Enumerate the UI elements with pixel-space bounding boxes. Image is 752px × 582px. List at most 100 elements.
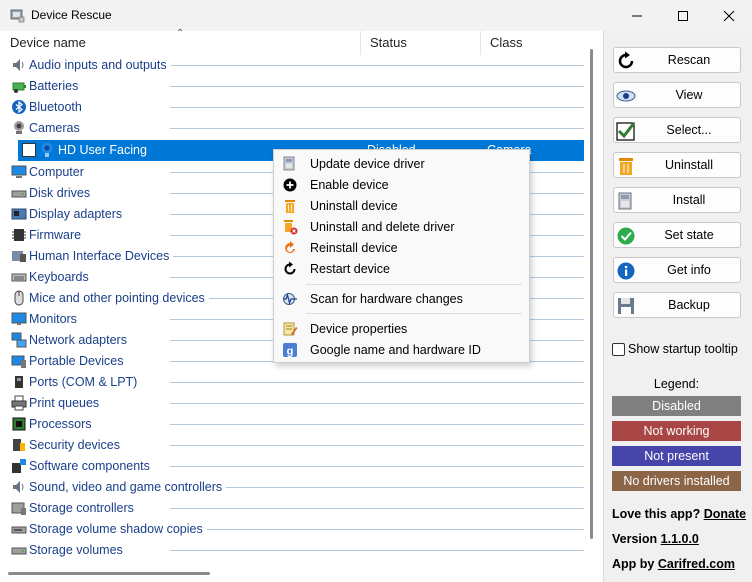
menu-item-enable-device[interactable]: Enable device xyxy=(274,174,529,195)
tree-line xyxy=(170,466,584,467)
device-category-label: Firmware xyxy=(29,228,86,242)
webcam-icon xyxy=(41,142,53,157)
mouse-icon xyxy=(14,290,24,306)
get-info-button[interactable]: Get info xyxy=(613,257,741,283)
device-checkbox[interactable] xyxy=(22,143,36,157)
update-driver-icon xyxy=(283,156,295,171)
column-device-name[interactable]: Device name xyxy=(10,31,86,55)
install-button[interactable]: Install xyxy=(613,187,741,213)
storage-shadow-icon xyxy=(11,526,27,534)
speaker-icon xyxy=(13,59,24,71)
device-category-label: Software components xyxy=(29,459,154,473)
menu-item-reinstall-device[interactable]: Reinstall device xyxy=(274,237,529,258)
menu-item-uninstall-device[interactable]: Uninstall device xyxy=(274,195,529,216)
checkbox[interactable] xyxy=(612,343,625,356)
port-icon xyxy=(15,376,23,388)
disk-drive-icon xyxy=(11,190,27,198)
rescan-button[interactable]: Rescan xyxy=(613,47,741,73)
column-separator[interactable] xyxy=(480,31,481,55)
author-info: App by Carifred.com xyxy=(612,557,735,571)
info-icon xyxy=(617,262,635,280)
menu-item-device-properties[interactable]: Device properties xyxy=(274,318,529,339)
device-rescue-app-icon xyxy=(10,9,25,23)
column-separator[interactable] xyxy=(360,31,361,55)
device-category-row[interactable]: Sound, video and game controllers xyxy=(0,477,588,498)
menu-item-label: Scan for hardware changes xyxy=(310,292,463,306)
menu-item-label: Update device driver xyxy=(310,157,425,171)
device-category-label: Storage controllers xyxy=(29,501,138,515)
monitor-icon xyxy=(11,312,27,325)
camera-icon xyxy=(14,121,24,134)
menu-item-label: Enable device xyxy=(310,178,389,192)
legend-not-present: Not present xyxy=(612,446,741,466)
vertical-scrollbar[interactable] xyxy=(590,49,593,539)
storage-volume-icon xyxy=(11,547,27,555)
tree-line xyxy=(170,445,584,446)
checkbox-label: Show startup tooltip xyxy=(628,342,738,356)
column-class[interactable]: Class xyxy=(490,31,523,55)
minimize-button[interactable] xyxy=(614,0,660,31)
close-icon xyxy=(723,10,735,21)
scan-icon xyxy=(283,292,297,306)
tree-line xyxy=(170,529,584,530)
device-category-label: Mice and other pointing devices xyxy=(29,291,209,305)
menu-item-scan-hardware[interactable]: Scan for hardware changes xyxy=(274,288,529,309)
device-category-row[interactable]: Processors xyxy=(0,414,588,435)
menu-item-restart-device[interactable]: Restart device xyxy=(274,258,529,279)
menu-item-uninstall-delete-driver[interactable]: Uninstall and delete driver xyxy=(274,216,529,237)
version-info: Version 1.1.0.0 xyxy=(612,532,699,546)
device-category-row[interactable]: Bluetooth xyxy=(0,97,588,118)
maximize-icon xyxy=(678,10,688,21)
device-category-label: Storage volumes xyxy=(29,543,127,557)
tree-line xyxy=(170,65,584,66)
menu-item-label: Device properties xyxy=(310,322,408,336)
device-category-row[interactable]: Batteries xyxy=(0,76,588,97)
menu-item-update-driver[interactable]: Update device driver xyxy=(274,153,529,174)
device-category-row[interactable]: Software components xyxy=(0,456,588,477)
computer-icon xyxy=(11,165,27,178)
version-link[interactable]: 1.1.0.0 xyxy=(661,532,699,546)
column-status[interactable]: Status xyxy=(370,31,407,55)
legend-title: Legend: xyxy=(653,377,700,391)
horizontal-scrollbar[interactable] xyxy=(8,572,210,575)
select-button[interactable]: Select... xyxy=(613,117,741,143)
device-category-label: Human Interface Devices xyxy=(29,249,174,263)
device-category-label: Processors xyxy=(29,417,96,431)
menu-separator xyxy=(306,284,522,285)
donate-link[interactable]: Donate xyxy=(704,507,746,521)
keyboard-icon xyxy=(11,273,27,282)
device-category-row[interactable]: Storage volumes xyxy=(0,540,588,561)
device-category-row[interactable]: Audio inputs and outputs xyxy=(0,55,588,76)
view-button[interactable]: View xyxy=(613,82,741,108)
close-button[interactable] xyxy=(706,0,752,31)
device-category-label: Portable Devices xyxy=(29,354,128,368)
device-category-row[interactable]: Storage controllers xyxy=(0,498,588,519)
button-label: Get info xyxy=(667,263,711,277)
device-category-label: Disk drives xyxy=(29,186,95,200)
version-label: Version xyxy=(612,532,658,546)
device-category-label: Monitors xyxy=(29,312,81,326)
device-category-row[interactable]: Security devices xyxy=(0,435,588,456)
printer-icon xyxy=(11,395,27,411)
device-category-label: Audio inputs and outputs xyxy=(29,58,171,72)
device-category-label: Cameras xyxy=(29,121,84,135)
menu-separator xyxy=(306,313,522,314)
love-text: Love this app? xyxy=(612,507,701,521)
menu-item-google-hardware-id[interactable]: g Google name and hardware ID xyxy=(274,339,529,360)
backup-button[interactable]: Backup xyxy=(613,292,741,318)
trash-icon xyxy=(285,200,295,213)
device-category-row[interactable]: Storage volume shadow copies xyxy=(0,519,588,540)
device-category-row[interactable]: Print queues xyxy=(0,393,588,414)
set-state-button[interactable]: Set state xyxy=(613,222,741,248)
maximize-button[interactable] xyxy=(660,0,706,31)
checkmark-icon xyxy=(616,122,636,141)
author-link[interactable]: Carifred.com xyxy=(658,557,735,571)
device-category-label: Keyboards xyxy=(29,270,93,284)
device-category-row[interactable]: Cameras xyxy=(0,118,588,139)
minimize-icon xyxy=(632,15,642,16)
device-category-row[interactable]: Ports (COM & LPT) xyxy=(0,372,588,393)
uninstall-button[interactable]: Uninstall xyxy=(613,152,741,178)
device-category-label: Network adapters xyxy=(29,333,131,347)
refresh-icon xyxy=(618,51,634,69)
reinstall-icon xyxy=(285,241,295,253)
